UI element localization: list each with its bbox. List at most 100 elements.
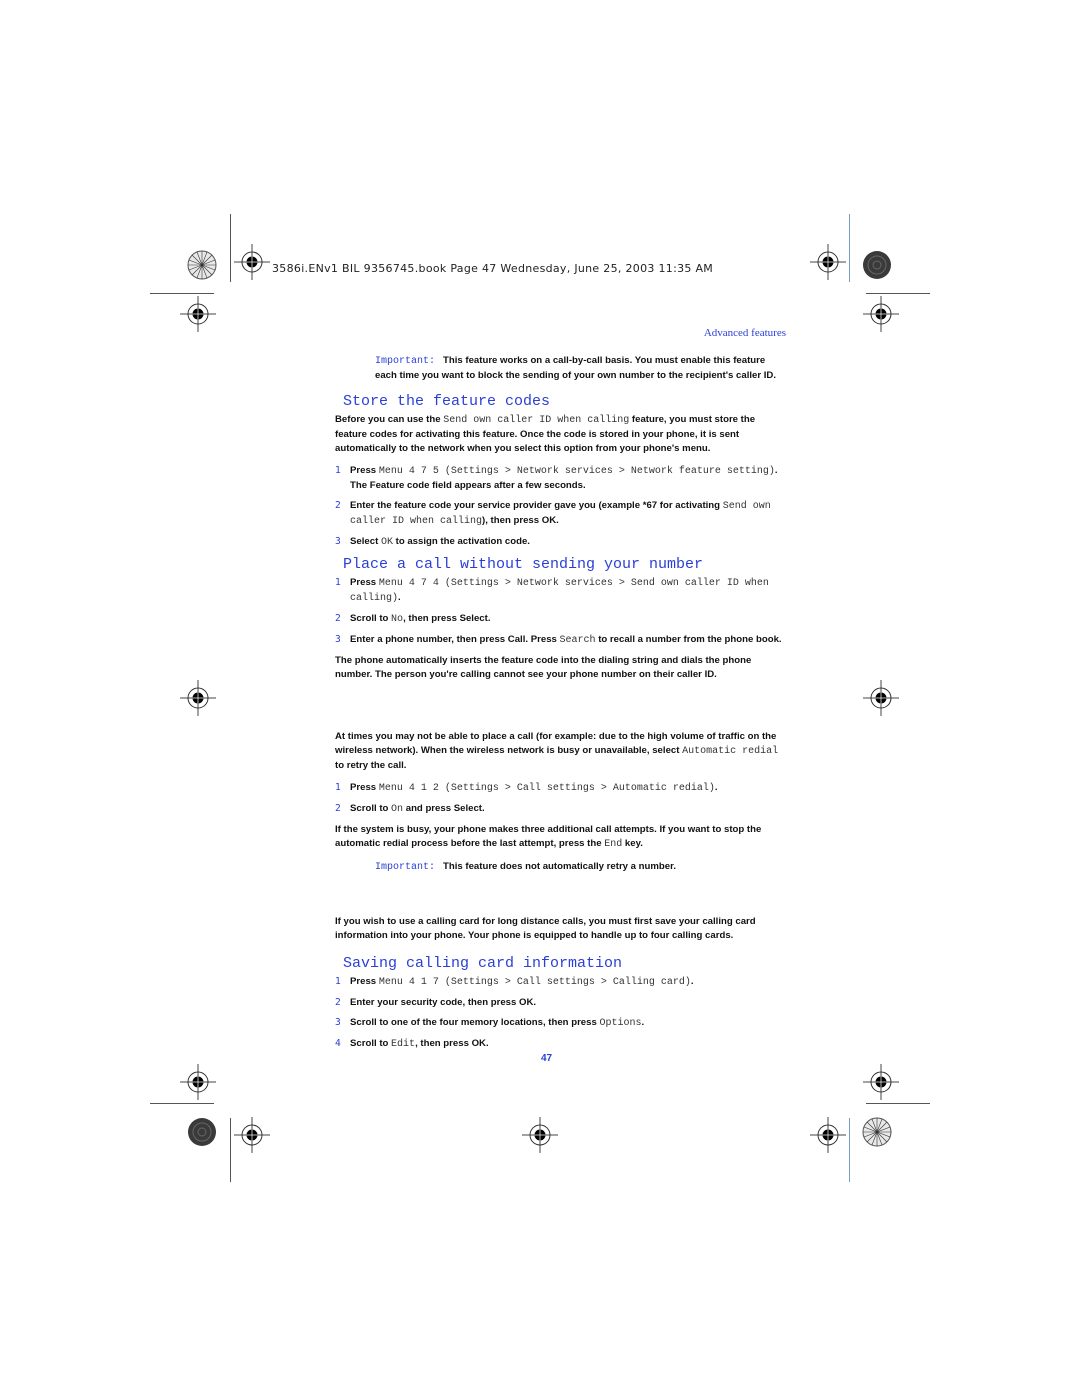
text: If the system is busy, your phone makes … — [335, 824, 762, 849]
text: to assign the activation code. — [392, 536, 530, 547]
step-number: 1 — [335, 976, 341, 987]
note-label: Important: — [375, 356, 436, 367]
text: . — [714, 782, 718, 793]
step: 2 Scroll to On and press Select. — [335, 802, 787, 817]
step: 1 Press Menu 4 7 4 (Settings > Network se… — [335, 576, 787, 606]
crop-line — [849, 214, 850, 282]
star-target-icon — [187, 250, 217, 280]
running-head: Advanced features — [703, 327, 786, 339]
registration-target-icon — [810, 1117, 846, 1153]
menu-term: Send own caller ID when calling — [443, 415, 630, 426]
text: . — [690, 976, 694, 987]
step-number: 1 — [335, 577, 341, 588]
important-note: Important: This feature does not automati… — [335, 860, 787, 875]
text: to recall a number from the phone book. — [595, 634, 782, 645]
steps-store-codes: 1 Press Menu 4 7 5 (Settings > Network se… — [335, 464, 787, 550]
registration-target-icon — [180, 1064, 216, 1100]
menu-path: Menu 4 1 2 (Settings > Call settings > A… — [378, 783, 715, 794]
text: Select — [350, 536, 381, 547]
menu-term: Options — [599, 1018, 642, 1029]
text: key. — [622, 838, 643, 849]
registration-target-icon — [234, 1117, 270, 1153]
step-number: 3 — [335, 634, 341, 645]
step-number: 2 — [335, 997, 341, 1008]
step: 4 Scroll to Edit, then press OK. — [335, 1037, 787, 1052]
steps-place-call: 1 Press Menu 4 7 4 (Settings > Network se… — [335, 576, 787, 648]
step: 3 Scroll to one of the four memory locati… — [335, 1016, 787, 1031]
crop-line — [866, 1103, 930, 1104]
text: to retry the call. — [335, 760, 407, 771]
text: ), then press OK. — [482, 515, 559, 526]
menu-path: Menu 4 7 5 (Settings > Network services … — [378, 466, 775, 477]
gray-target-icon — [863, 251, 891, 279]
text: . — [641, 1017, 645, 1028]
steps-redial: 1 Press Menu 4 1 2 (Settings > Call setti… — [335, 781, 787, 817]
text: . — [398, 592, 401, 603]
menu-term: End — [604, 839, 623, 850]
step: 3 Enter a phone number, then press Call. … — [335, 633, 787, 648]
registration-target-icon — [522, 1117, 558, 1153]
step-number: 1 — [335, 465, 341, 476]
step-number: 3 — [335, 536, 341, 547]
text: Scroll to — [350, 803, 392, 814]
registration-target-icon — [863, 680, 899, 716]
step-number: 4 — [335, 1038, 341, 1049]
text: Enter your security code, then press OK. — [350, 997, 537, 1008]
menu-term: Edit — [391, 1039, 416, 1050]
menu-term: Automatic redial — [682, 746, 779, 757]
star-target-icon — [862, 1117, 892, 1147]
text: Press — [350, 577, 379, 588]
crop-line — [230, 214, 231, 282]
text: Enter a phone number, then press Call. P… — [350, 634, 560, 645]
step: 1 Press Menu 4 1 7 (Settings > Call setti… — [335, 975, 787, 990]
text: Before you can use the — [335, 414, 444, 425]
text: Press — [350, 782, 379, 793]
step-number: 1 — [335, 782, 341, 793]
menu-path: Menu 4 7 4 (Settings > Network services … — [350, 578, 769, 604]
text: Press — [350, 465, 379, 476]
step-number: 2 — [335, 803, 341, 814]
step-number: 2 — [335, 613, 341, 624]
registration-target-icon — [180, 680, 216, 716]
page-number: 47 — [541, 1053, 553, 1064]
note-text: This feature does not automatically retr… — [443, 861, 676, 872]
text: , then press OK. — [415, 1038, 489, 1049]
registration-target-icon — [234, 244, 270, 280]
text: Press — [350, 976, 379, 987]
registration-target-icon — [810, 244, 846, 280]
paragraph: The phone automatically inserts the feat… — [335, 655, 752, 680]
menu-term: OK — [380, 537, 393, 548]
step: 2 Enter the feature code your service pro… — [335, 499, 787, 529]
note-label: Important: — [375, 862, 436, 873]
important-note: Important: This feature works on a call-b… — [335, 354, 787, 383]
section-heading-store-codes: Store the feature codes — [343, 393, 551, 410]
step: 2 Scroll to No, then press Select. — [335, 612, 787, 627]
paragraph: If the system is busy, your phone makes … — [335, 823, 787, 852]
text: and press Select. — [403, 803, 485, 814]
registration-target-icon — [180, 296, 216, 332]
crop-line — [150, 293, 214, 294]
menu-term: Search — [559, 635, 596, 646]
paragraph: Before you can use the Send own caller I… — [335, 413, 787, 456]
section-heading-place-call: Place a call without sending your number — [343, 556, 704, 573]
note-text: This feature works on a call-by-call bas… — [375, 355, 777, 381]
steps-saving-card: 1 Press Menu 4 1 7 (Settings > Call setti… — [335, 975, 787, 1052]
step: 1 Press Menu 4 1 2 (Settings > Call setti… — [335, 781, 787, 796]
step: 3 Select OK to assign the activation code… — [335, 535, 787, 550]
registration-target-icon — [863, 1064, 899, 1100]
print-slug: 3586i.ENv1 BIL 9356745.book Page 47 Wedn… — [272, 262, 714, 275]
crop-line — [849, 1118, 850, 1182]
menu-term: On — [391, 804, 404, 815]
section-heading-saving-card: Saving calling card information — [343, 955, 623, 972]
step-number: 3 — [335, 1017, 341, 1028]
page-content: Important: This feature works on a call-b… — [335, 354, 787, 1058]
step: 2 Enter your security code, then press OK… — [335, 996, 787, 1010]
registration-target-icon — [863, 296, 899, 332]
gray-target-icon — [188, 1118, 216, 1146]
crop-line — [150, 1103, 214, 1104]
text: Scroll to one of the four memory locatio… — [350, 1017, 600, 1028]
text: Enter the feature code your service prov… — [350, 500, 723, 511]
step: 1 Press Menu 4 7 5 (Settings > Network se… — [335, 464, 787, 493]
